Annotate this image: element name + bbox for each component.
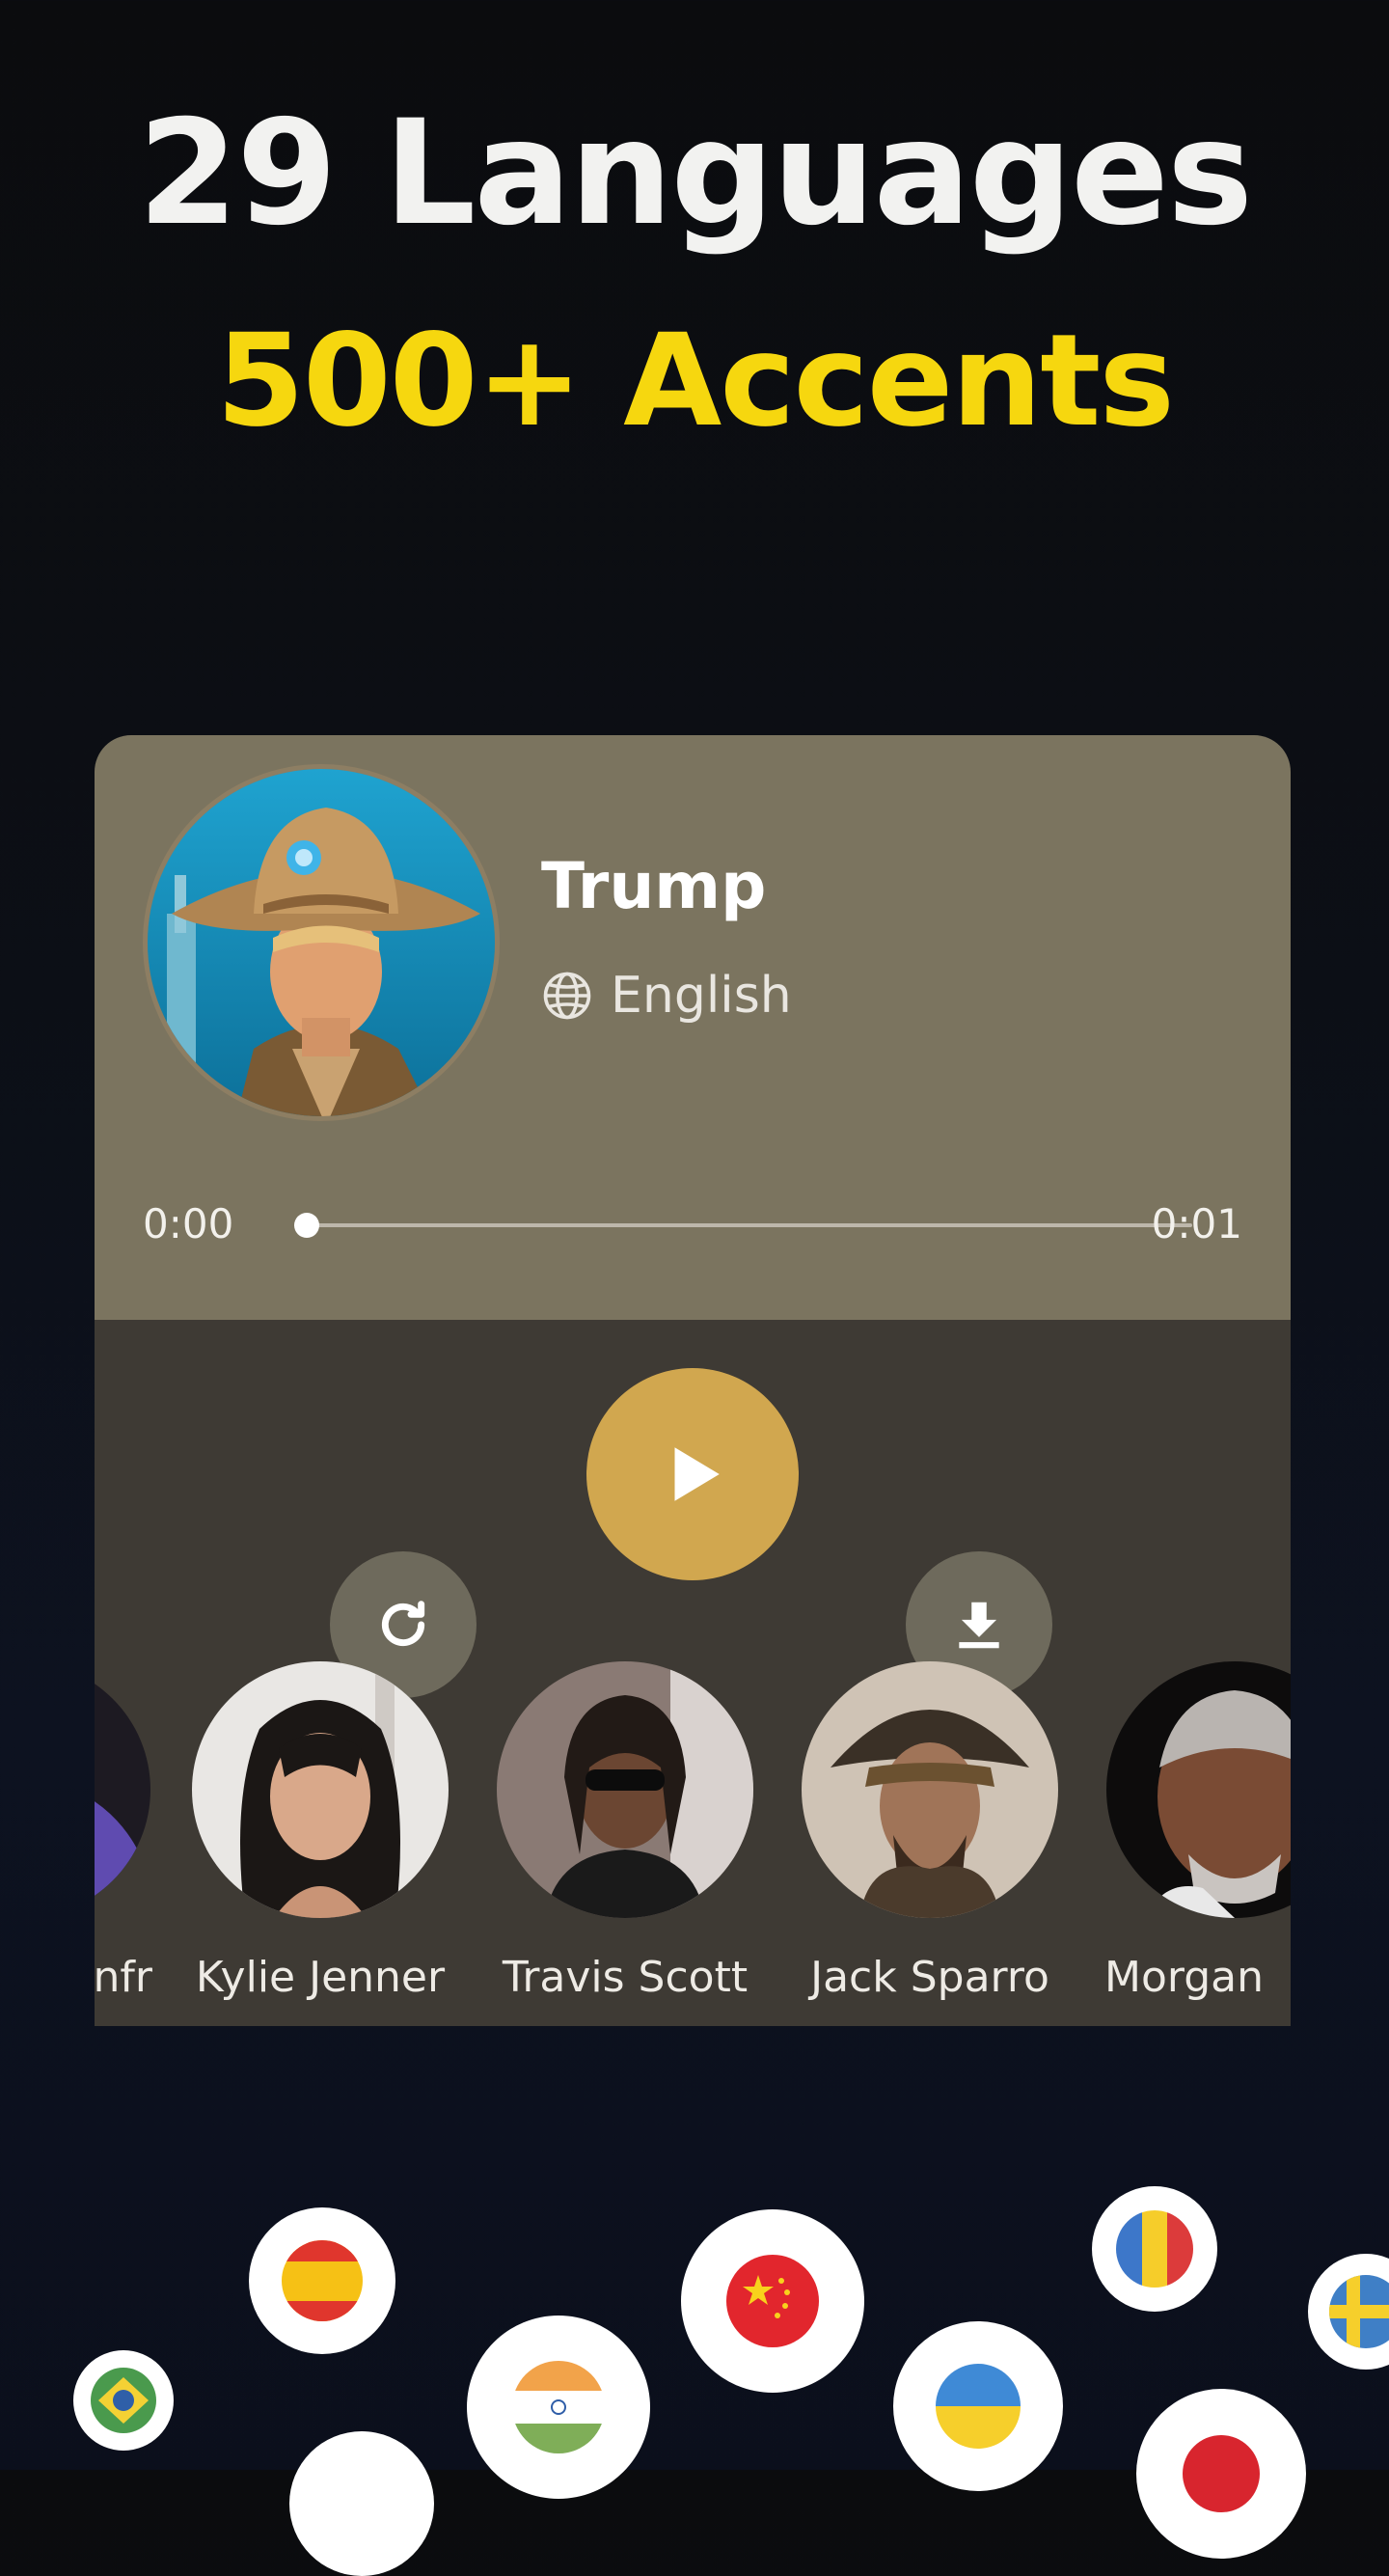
headline-accents: 500+ Accents [216, 307, 1175, 455]
time-total: 0:01 [1151, 1200, 1242, 1247]
voice-avatar [192, 1661, 449, 1918]
voice-name: Trump [541, 849, 767, 923]
japan-flag [1136, 2389, 1306, 2559]
ukraine-flag [893, 2321, 1063, 2491]
voice-item[interactable]: Infr [95, 1661, 152, 2002]
voice-avatar [1106, 1661, 1291, 1918]
download-icon [959, 1602, 999, 1649]
globe-icon [543, 972, 591, 1020]
voice-name: Morgan [1104, 1953, 1264, 2002]
headline-languages: 29 Languages [137, 90, 1253, 258]
voice-player-card: Trump English 0:00 0:01 nfr Kylie Jenner… [95, 735, 1291, 2026]
voice-name: Kylie Jenner [195, 1953, 446, 2002]
unknown-flag [289, 2431, 434, 2576]
voice-language[interactable]: English [541, 967, 792, 1025]
voice-carousel[interactable]: Infr Kylie Jenner [95, 1661, 1291, 2026]
language-label: English [611, 967, 792, 1025]
voice-item[interactable]: Kylie Jenner [190, 1661, 450, 2002]
voice-avatar [95, 1661, 150, 1918]
player-top-panel: Trump English 0:00 0:01 [95, 735, 1291, 1320]
voice-avatar [143, 764, 500, 1121]
voice-avatar [497, 1661, 753, 1918]
voice-name: Jack Sparro [810, 1953, 1049, 2002]
progress-track[interactable] [297, 1223, 1192, 1227]
refresh-icon [381, 1601, 425, 1647]
time-current: 0:00 [143, 1200, 234, 1247]
play-icon [674, 1447, 720, 1501]
voice-item[interactable]: Jack Sparro [800, 1661, 1060, 2002]
voice-avatar [802, 1661, 1058, 1918]
india-flag [467, 2316, 650, 2499]
voice-item[interactable]: Morgan [1104, 1661, 1291, 2002]
voice-name: Travis Scott [502, 1953, 749, 2002]
progress-thumb[interactable] [294, 1213, 319, 1238]
brazil-flag [73, 2350, 174, 2451]
spain-flag [249, 2207, 395, 2354]
play-button[interactable] [586, 1368, 799, 1580]
sweden-flag [1308, 2254, 1389, 2370]
romania-flag [1092, 2186, 1217, 2312]
voice-name: Infr [95, 1953, 152, 2002]
voice-item[interactable]: Travis Scott [495, 1661, 755, 2002]
china-flag [681, 2209, 864, 2393]
